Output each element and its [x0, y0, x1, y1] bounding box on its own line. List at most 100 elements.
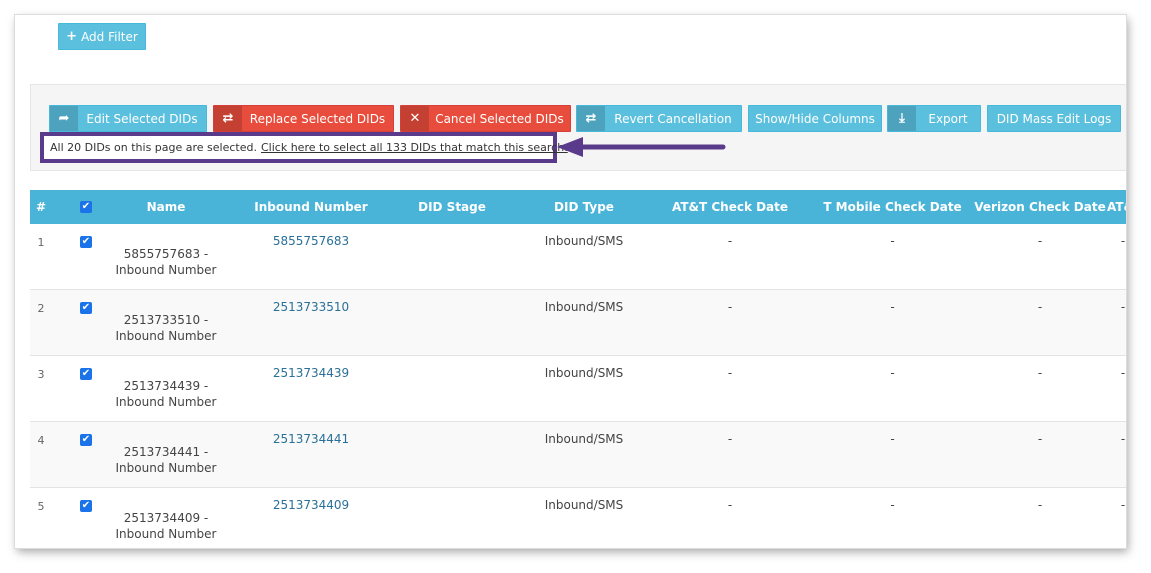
row-number: 3	[37, 368, 45, 381]
did-management-panel: + Add Filter ➦ Edit Selected DIDs ⇄ Repl…	[15, 15, 1126, 548]
col-header-did-type[interactable]: DID Type	[524, 190, 644, 224]
row-tmobile-check-date: -	[890, 234, 895, 248]
row-name-line1: 2513734409 -	[123, 510, 209, 525]
table-row[interactable]: 4 ✔ 2513734441 - Inbound Number 2513734441 In…	[30, 422, 1126, 488]
row-did-stage	[380, 224, 524, 289]
row-inbound-number-link[interactable]: 2513734409	[242, 488, 380, 548]
row-checkbox[interactable]: ✔	[75, 422, 97, 487]
row-name-line1: 2513734441 -	[123, 444, 209, 459]
table-row[interactable]: 1 ✔ 5855757683 - Inbound Number 5855757683 In…	[30, 224, 1126, 290]
export-label: Export	[928, 111, 968, 126]
row-did-stage	[380, 488, 524, 548]
show-hide-columns-button[interactable]: Show/Hide Columns	[748, 105, 882, 132]
row-checkbox[interactable]: ✔	[75, 224, 97, 289]
row-checkbox[interactable]: ✔	[75, 290, 97, 355]
checkmark-icon: ✔	[80, 500, 92, 512]
table-row[interactable]: 5 ✔ 2513734409 - Inbound Number 2513734409 In…	[30, 488, 1126, 548]
row-name: 5855757683 - Inbound Number	[105, 224, 227, 289]
row-att-check-date: -	[727, 432, 733, 446]
row-name-line1: 2513733510 -	[123, 312, 209, 327]
row-att-extra: -	[1120, 432, 1126, 446]
table-row[interactable]: 3 ✔ 2513734439 - Inbound Number 2513734439 In…	[30, 356, 1126, 422]
edit-selected-dids-button[interactable]: ➦ Edit Selected DIDs	[49, 105, 207, 132]
row-name-line1: 2513734439 -	[123, 378, 209, 393]
row-name: 2513734439 - Inbound Number	[105, 356, 227, 421]
col-header-att-extra[interactable]: AT&T	[1107, 190, 1126, 224]
cancel-selected-dids-button[interactable]: ✕ Cancel Selected DIDs	[400, 105, 571, 132]
row-name: 2513734409 - Inbound Number	[105, 488, 227, 548]
row-did-type: Inbound/SMS	[544, 498, 624, 512]
row-did-stage	[380, 422, 524, 487]
checkmark-icon: ✔	[80, 236, 92, 248]
cancel-selected-dids-label: Cancel Selected DIDs	[435, 111, 564, 126]
row-number: 1	[37, 236, 45, 249]
selection-notice-text: All 20 DIDs on this page are selected.	[50, 141, 257, 154]
row-att-check-date: -	[727, 234, 733, 248]
col-header-att-check-date[interactable]: AT&T Check Date	[645, 190, 815, 224]
row-name-line2: Inbound Number	[115, 460, 217, 475]
row-checkbox[interactable]: ✔	[75, 488, 97, 548]
replace-selected-dids-button[interactable]: ⇄ Replace Selected DIDs	[213, 105, 394, 132]
row-att-extra: -	[1120, 300, 1126, 314]
add-filter-label: Add Filter	[81, 29, 138, 44]
col-header-tmobile-check-date[interactable]: T Mobile Check Date	[815, 190, 970, 224]
select-all-checkbox[interactable]: ✔	[75, 190, 97, 224]
row-att-check-date: -	[727, 300, 733, 314]
row-number: 5	[37, 500, 45, 513]
row-checkbox[interactable]: ✔	[75, 356, 97, 421]
row-did-type: Inbound/SMS	[544, 366, 624, 380]
selection-notice: All 20 DIDs on this page are selected. C…	[40, 132, 568, 163]
did-table-header: # ✔ Name Inbound Number DID Stage DID Ty…	[30, 190, 1126, 224]
replace-selected-dids-label: Replace Selected DIDs	[249, 111, 386, 126]
select-all-matching-link[interactable]: Click here to select all 133 DIDs that m…	[261, 141, 568, 154]
row-tmobile-check-date: -	[890, 432, 895, 446]
row-inbound-number-link[interactable]: 2513734441	[242, 422, 380, 487]
row-name-line2: Inbound Number	[115, 328, 217, 343]
row-tmobile-check-date: -	[890, 300, 895, 314]
row-did-stage	[380, 290, 524, 355]
annotation-arrow-icon	[557, 137, 726, 157]
row-did-type: Inbound/SMS	[544, 432, 624, 446]
row-verizon-check-date: -	[1037, 300, 1043, 314]
row-number: 4	[37, 434, 45, 447]
row-did-stage	[380, 356, 524, 421]
revert-cancellation-label: Revert Cancellation	[614, 111, 732, 126]
did-mass-edit-logs-label: DID Mass Edit Logs	[996, 111, 1112, 126]
col-header-number: #	[35, 200, 47, 214]
row-tmobile-check-date: -	[890, 366, 895, 380]
edit-selected-dids-label: Edit Selected DIDs	[86, 111, 198, 126]
plus-icon: +	[66, 29, 78, 44]
add-filter-button[interactable]: + Add Filter	[58, 23, 146, 50]
retweet-icon: ⇄	[214, 106, 242, 131]
checkmark-icon: ✔	[80, 434, 92, 446]
row-inbound-number-link[interactable]: 2513734439	[242, 356, 380, 421]
row-tmobile-check-date: -	[890, 498, 895, 512]
col-header-name[interactable]: Name	[105, 190, 227, 224]
row-did-type: Inbound/SMS	[544, 234, 624, 248]
export-button[interactable]: ⤓ Export	[887, 105, 981, 132]
row-name-line2: Inbound Number	[115, 526, 217, 541]
did-mass-edit-logs-button[interactable]: DID Mass Edit Logs	[987, 105, 1121, 132]
row-inbound-number-link[interactable]: 5855757683	[242, 224, 380, 289]
col-header-verizon-check-date[interactable]: Verizon Check Date	[970, 190, 1110, 224]
col-header-inbound-number[interactable]: Inbound Number	[242, 190, 380, 224]
checkmark-icon: ✔	[80, 368, 92, 380]
row-inbound-number-link[interactable]: 2513733510	[242, 290, 380, 355]
row-number: 2	[37, 302, 45, 315]
row-verizon-check-date: -	[1037, 366, 1043, 380]
col-header-did-stage[interactable]: DID Stage	[380, 190, 524, 224]
row-att-check-date: -	[727, 366, 733, 380]
row-name: 2513733510 - Inbound Number	[105, 290, 227, 355]
row-verizon-check-date: -	[1037, 498, 1043, 512]
retweet-icon: ⇄	[577, 106, 605, 131]
table-row[interactable]: 2 ✔ 2513733510 - Inbound Number 2513733510 In…	[30, 290, 1126, 356]
share-arrow-icon: ➦	[50, 106, 78, 131]
close-icon: ✕	[401, 106, 429, 131]
row-verizon-check-date: -	[1037, 432, 1043, 446]
show-hide-columns-label: Show/Hide Columns	[755, 111, 875, 126]
row-did-type: Inbound/SMS	[544, 300, 624, 314]
row-name-line1: 5855757683 -	[123, 246, 209, 261]
revert-cancellation-button[interactable]: ⇄ Revert Cancellation	[576, 105, 742, 132]
row-att-extra: -	[1120, 498, 1126, 512]
row-verizon-check-date: -	[1037, 234, 1043, 248]
